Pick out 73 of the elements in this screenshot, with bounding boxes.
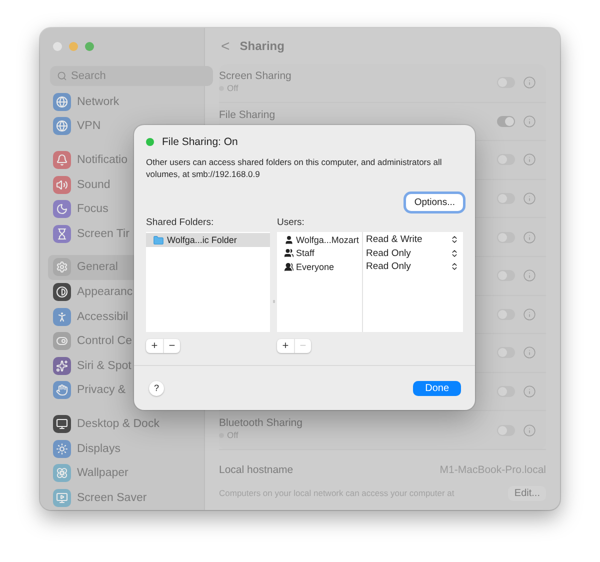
sidebar-label: VPN — [77, 120, 101, 132]
service-name: File Sharing — [219, 108, 276, 121]
folder-icon — [153, 234, 164, 246]
toggle-switch[interactable] — [497, 116, 515, 127]
user-name: Staff — [296, 248, 314, 258]
stepper-icon — [450, 235, 459, 244]
person-icon — [284, 234, 294, 245]
sidebar-label: Focus — [77, 203, 108, 216]
info-icon[interactable] — [523, 192, 536, 206]
sidebar-label: Desktop & Dock — [77, 418, 160, 430]
stepper-icon — [450, 248, 459, 258]
info-icon[interactable] — [523, 269, 536, 282]
sidebar-label: Siri & Spot — [77, 360, 132, 372]
sidebar-label: Network — [77, 96, 120, 108]
service-name: Screen Sharing — [219, 70, 292, 82]
service-name: Bluetooth Sharing — [219, 417, 304, 430]
sidebar-item[interactable]: Desktop & Dock — [48, 412, 196, 436]
sidebar-label: Screen Tir — [77, 228, 130, 240]
folder-item[interactable]: Wolfga...ic Folder — [146, 233, 270, 247]
sidebar-item[interactable]: Displays — [48, 436, 196, 461]
search-icon — [57, 70, 67, 81]
edit-button[interactable]: Edit... — [508, 486, 546, 501]
sidebar-label: Displays — [77, 442, 120, 455]
info-icon[interactable] — [523, 153, 536, 166]
sidebar-item[interactable]: Screen Saver — [48, 485, 196, 510]
permission-select[interactable]: Read Only — [363, 248, 463, 259]
page-title: Sharing — [240, 39, 284, 53]
split-handle[interactable] — [272, 300, 274, 302]
sidebar-label: Control Ce — [77, 335, 132, 348]
sidebar-item[interactable]: Siri & Spot — [48, 353, 196, 378]
info-icon[interactable] — [523, 230, 536, 244]
info-icon[interactable] — [523, 114, 536, 128]
help-button[interactable]: ? — [149, 380, 164, 396]
close-button[interactable] — [53, 42, 62, 51]
add-button[interactable]: + — [277, 339, 294, 353]
done-button[interactable]: Done — [413, 380, 461, 396]
sidebar-label: Privacy & — [77, 384, 126, 396]
zoom-button[interactable] — [85, 42, 94, 51]
user-name: Everyone — [296, 262, 334, 272]
sidebar-label: Appearanc — [77, 286, 133, 298]
remove-button[interactable]: − — [163, 339, 180, 353]
search-field[interactable]: Search — [50, 66, 213, 86]
folders-label: Shared Folders: — [146, 217, 215, 228]
sidebar-label: Screen Saver — [77, 492, 147, 504]
sidebar-item[interactable]: Appearanc — [48, 280, 196, 304]
dialog-title: File Sharing: On — [162, 136, 238, 148]
back-button[interactable]: < — [219, 38, 230, 54]
sidebar-label: Accessibil — [77, 310, 128, 323]
sidebar-item[interactable]: Wallpaper — [48, 460, 196, 486]
stepper-icon — [450, 262, 459, 272]
options-button[interactable]: Options... — [406, 194, 463, 211]
minimize-button[interactable] — [69, 42, 78, 51]
info-icon[interactable] — [523, 346, 536, 360]
hostname-label: Local hostname — [219, 464, 294, 476]
folder-name: Wolfga...ic Folder — [167, 235, 237, 245]
people-icon — [284, 248, 294, 258]
info-icon[interactable] — [523, 424, 536, 437]
sidebar-label: Notificatio — [77, 154, 128, 166]
sidebar-label: General — [77, 261, 118, 274]
permission-select[interactable]: Read Only — [363, 261, 463, 272]
permission-select[interactable]: Read & Write — [363, 234, 463, 246]
info-icon[interactable] — [523, 385, 536, 398]
users-label: Users: — [277, 217, 306, 228]
people-icon — [284, 262, 294, 272]
info-icon[interactable] — [523, 76, 536, 90]
add-button[interactable]: + — [146, 339, 163, 353]
sidebar-label: Sound — [77, 178, 110, 191]
sidebar-item[interactable]: Network — [48, 90, 196, 114]
sidebar-item[interactable]: Accessibil — [48, 304, 196, 329]
user-name: Wolfga...Mozart — [296, 234, 359, 245]
sidebar-label: Wallpaper — [77, 467, 128, 480]
dialog-description: Other users can access shared folders on this computer, and administrators all volumes, at smb://192.168.0.9 — [146, 157, 443, 180]
info-icon[interactable] — [523, 308, 536, 321]
